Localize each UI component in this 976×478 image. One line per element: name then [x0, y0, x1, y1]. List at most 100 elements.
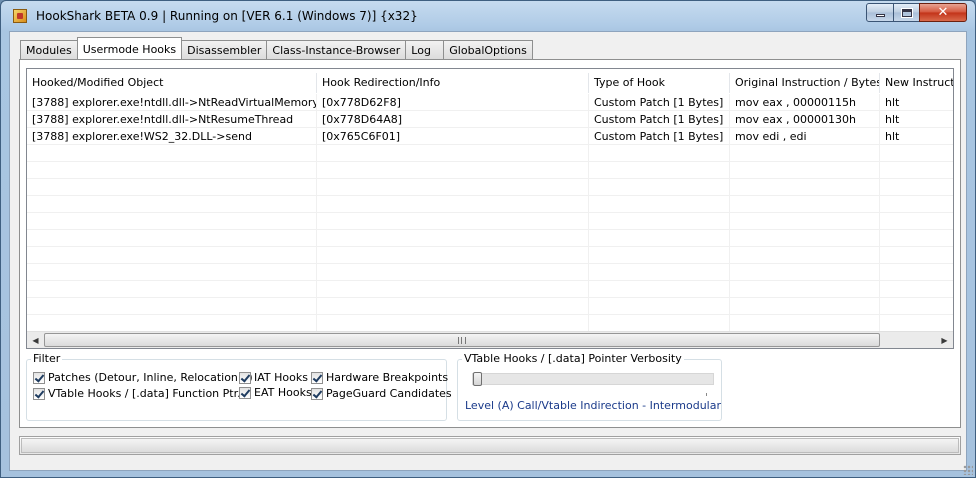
verbosity-level-text: Level (A) Call/Vtable Indirection - Inte…: [465, 399, 721, 412]
scroll-left-icon[interactable]: ◀: [27, 332, 44, 348]
minimize-button[interactable]: [866, 3, 894, 22]
verbosity-group: VTable Hooks / [.data] Pointer Verbosity…: [457, 352, 722, 421]
empty-cell: [317, 145, 589, 162]
empty-cell: [27, 298, 317, 315]
iat-hooks-checkbox[interactable]: IAT Hooks: [239, 371, 308, 384]
checkbox-checked-icon[interactable]: [239, 386, 251, 399]
close-icon: ✕: [937, 5, 949, 20]
tab-global-options[interactable]: GlobalOptions: [443, 40, 533, 59]
cell-type: Custom Patch [1 Bytes]: [589, 111, 730, 128]
title-bar[interactable]: HookShark BETA 0.9 | Running on [VER 6.1…: [1, 1, 975, 31]
empty-cell: [880, 315, 953, 332]
empty-cell: [880, 264, 953, 281]
vtable-function-checkbox[interactable]: VTable Hooks / [.data] Function Ptr.: [33, 387, 241, 400]
empty-cell: [27, 196, 317, 213]
hardware-breakpoints-checkbox[interactable]: Hardware Breakpoints: [311, 371, 448, 384]
empty-cell: [317, 281, 589, 298]
main-window: HookShark BETA 0.9 | Running on [VER 6.1…: [0, 0, 976, 478]
empty-cell: [730, 213, 880, 230]
cell-new-instruction: hlt: [880, 128, 953, 145]
empty-row: [27, 230, 953, 247]
column-header-new-instruction[interactable]: New Instruction: [880, 73, 953, 93]
empty-cell: [27, 145, 317, 162]
empty-cell: [730, 247, 880, 264]
table-row[interactable]: [3788] explorer.exe!ntdll.dll->NtResumeT…: [27, 111, 953, 128]
table-row[interactable]: [3788] explorer.exe!ntdll.dll->NtReadVir…: [27, 94, 953, 111]
empty-cell: [880, 196, 953, 213]
cell-original-instruction: mov eax , 00000130h: [730, 111, 880, 128]
checkbox-checked-icon[interactable]: [311, 387, 323, 400]
verbosity-slider-track[interactable]: [472, 373, 714, 385]
empty-cell: [27, 315, 317, 332]
table-row[interactable]: [3788] explorer.exe!WS2_32.DLL->send [0x…: [27, 128, 953, 145]
tab-class-instance-browser[interactable]: Class-Instance-Browser: [266, 40, 407, 59]
empty-cell: [589, 179, 730, 196]
client-area: Modules Usermode Hooks Disassembler Clas…: [9, 31, 967, 471]
grip-icon: [458, 336, 466, 344]
empty-cell: [317, 230, 589, 247]
column-header-type[interactable]: Type of Hook: [589, 73, 730, 93]
empty-cell: [730, 298, 880, 315]
usermode-hooks-panel: Hooked/Modified Object Hook Redirection/…: [19, 59, 961, 428]
empty-row: [27, 213, 953, 230]
maximize-button[interactable]: [893, 3, 920, 22]
cell-redirection: [0x765C6F01]: [317, 128, 589, 145]
verbosity-slider-thumb[interactable]: [473, 372, 482, 386]
empty-cell: [27, 162, 317, 179]
filter-group: Filter Patches (Detour, Inline, Relocati…: [26, 352, 452, 421]
checkbox-checked-icon[interactable]: [311, 371, 323, 384]
empty-cell: [27, 281, 317, 298]
app-icon[interactable]: [13, 9, 27, 23]
empty-row: [27, 264, 953, 281]
cell-original-instruction: mov edi , edi: [730, 128, 880, 145]
cell-type: Custom Patch [1 Bytes]: [589, 94, 730, 111]
scrollbar-thumb[interactable]: [44, 333, 880, 347]
eat-hooks-checkbox[interactable]: EAT Hooks: [239, 386, 312, 399]
empty-cell: [27, 230, 317, 247]
list-header: Hooked/Modified Object Hook Redirection/…: [27, 73, 953, 93]
hardware-breakpoints-label: Hardware Breakpoints: [326, 371, 449, 384]
scroll-right-icon[interactable]: ▶: [936, 332, 953, 348]
empty-row: [27, 281, 953, 298]
patches-checkbox[interactable]: Patches (Detour, Inline, Relocation...): [33, 371, 253, 384]
cell-hooked-object: [3788] explorer.exe!ntdll.dll->NtReadVir…: [27, 94, 317, 111]
close-button[interactable]: ✕: [919, 3, 967, 22]
empty-cell: [317, 315, 589, 332]
empty-row: [27, 145, 953, 162]
empty-cell: [27, 264, 317, 281]
checkbox-checked-icon[interactable]: [239, 371, 251, 384]
filter-legend: Filter: [31, 352, 63, 365]
empty-row: [27, 179, 953, 196]
empty-cell: [589, 315, 730, 332]
empty-cell: [880, 162, 953, 179]
empty-cell: [880, 213, 953, 230]
horizontal-scrollbar[interactable]: ◀ ▶: [27, 331, 953, 348]
hooks-list[interactable]: Hooked/Modified Object Hook Redirection/…: [26, 68, 954, 349]
empty-row: [27, 298, 953, 315]
cell-hooked-object: [3788] explorer.exe!ntdll.dll->NtResumeT…: [27, 111, 317, 128]
checkbox-checked-icon[interactable]: [33, 371, 45, 384]
window-title: HookShark BETA 0.9 | Running on [VER 6.1…: [36, 9, 418, 23]
tab-usermode-hooks[interactable]: Usermode Hooks: [76, 37, 183, 59]
tab-modules[interactable]: Modules: [20, 40, 78, 59]
status-bar: [19, 436, 961, 455]
empty-cell: [880, 281, 953, 298]
empty-cell: [589, 281, 730, 298]
checkbox-checked-icon[interactable]: [33, 387, 45, 400]
empty-cell: [730, 230, 880, 247]
column-header-hooked-object[interactable]: Hooked/Modified Object: [27, 73, 317, 93]
pageguard-checkbox[interactable]: PageGuard Candidates: [311, 387, 452, 400]
empty-cell: [730, 179, 880, 196]
empty-cell: [317, 264, 589, 281]
cell-hooked-object: [3788] explorer.exe!WS2_32.DLL->send: [27, 128, 317, 145]
resize-grip-icon[interactable]: [963, 465, 973, 475]
tab-disassembler[interactable]: Disassembler: [181, 40, 268, 59]
empty-cell: [317, 179, 589, 196]
tab-log[interactable]: Log: [405, 40, 445, 59]
cell-original-instruction: mov eax , 00000115h: [730, 94, 880, 111]
empty-row: [27, 247, 953, 264]
empty-cell: [730, 145, 880, 162]
vtable-function-label: VTable Hooks / [.data] Function Ptr.: [48, 387, 241, 400]
column-header-original-instruction[interactable]: Original Instruction / Bytes: [730, 73, 880, 93]
column-header-redirection[interactable]: Hook Redirection/Info: [317, 73, 589, 93]
